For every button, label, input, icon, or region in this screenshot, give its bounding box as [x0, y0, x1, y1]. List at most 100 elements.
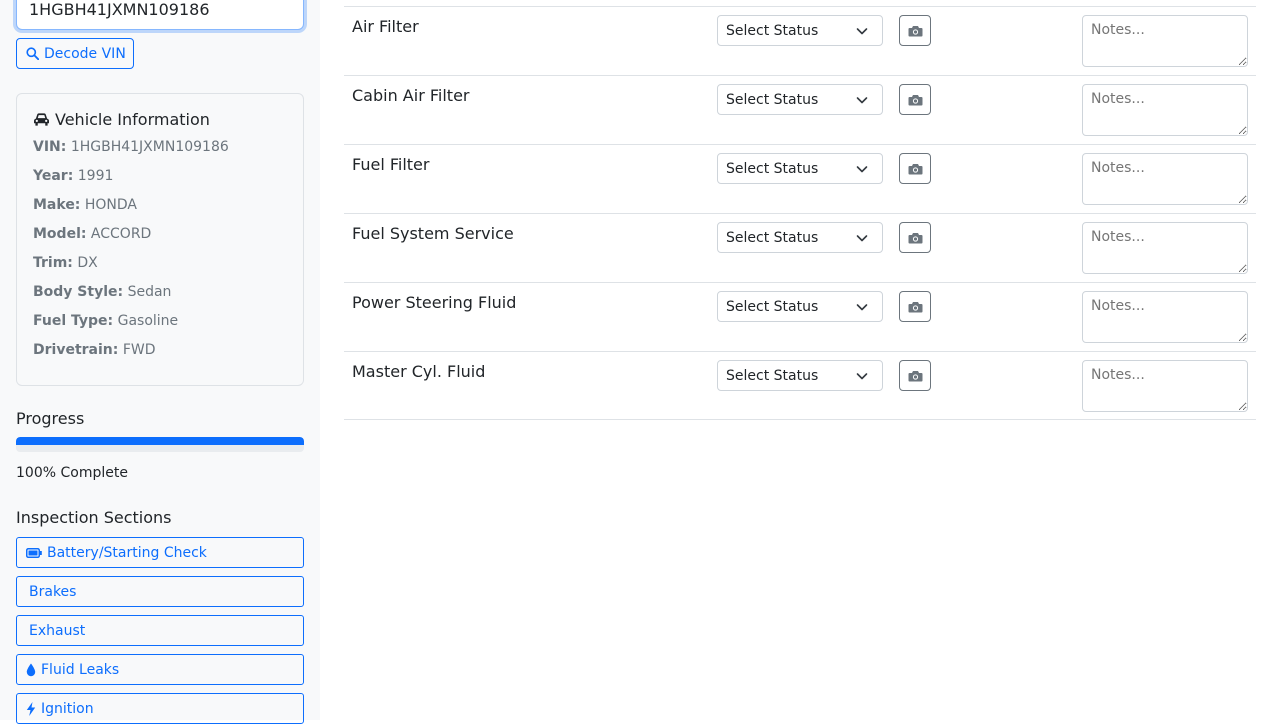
- status-select-value: Select Status: [726, 91, 819, 108]
- status-select[interactable]: Select Status: [717, 15, 883, 46]
- status-select-value: Select Status: [726, 22, 819, 39]
- field-value: DX: [77, 255, 98, 271]
- vin-input[interactable]: 1HGBH41JXMN109186: [16, 0, 304, 30]
- chevron-down-icon: [856, 28, 868, 35]
- section-button-fluid-leaks[interactable]: Fluid Leaks: [16, 654, 304, 685]
- camera-icon: [908, 301, 922, 312]
- camera-button[interactable]: [899, 360, 931, 391]
- field-value: FWD: [122, 342, 156, 358]
- decode-vin-label: Decode VIN: [44, 45, 126, 62]
- field-value: Sedan: [127, 284, 172, 300]
- table-row: Fuel System Service Select Status: [344, 213, 1256, 282]
- camera-icon: [908, 232, 922, 243]
- progress-text: 100% Complete: [16, 465, 128, 481]
- field-value: 1991: [77, 168, 114, 184]
- field-value: 1HGBH41JXMN109186: [70, 139, 229, 155]
- progress-label: Progress: [16, 409, 85, 428]
- notes-textarea[interactable]: [1082, 84, 1248, 136]
- chevron-down-icon: [856, 166, 868, 173]
- table-row: Master Cyl. Fluid Select Status: [344, 351, 1256, 420]
- chevron-down-icon: [856, 304, 868, 311]
- chevron-down-icon: [856, 235, 868, 242]
- vehicle-field-make: Make: HONDA: [33, 197, 137, 213]
- section-button-battery[interactable]: Battery/Starting Check: [16, 537, 304, 568]
- camera-button[interactable]: [899, 84, 931, 115]
- section-label: Battery/Starting Check: [47, 544, 207, 561]
- camera-button[interactable]: [899, 291, 931, 322]
- item-name: Air Filter: [352, 17, 419, 36]
- field-label: Fuel Type:: [33, 313, 114, 329]
- chevron-down-icon: [856, 97, 868, 104]
- camera-icon: [908, 25, 922, 36]
- field-label: Body Style:: [33, 284, 124, 300]
- field-value: ACCORD: [90, 226, 152, 242]
- status-select[interactable]: Select Status: [717, 291, 883, 322]
- vehicle-field-model: Model: ACCORD: [33, 226, 151, 242]
- notes-textarea[interactable]: [1082, 222, 1248, 274]
- notes-textarea[interactable]: [1082, 153, 1248, 205]
- field-label: Trim:: [33, 255, 73, 271]
- status-select-value: Select Status: [726, 367, 819, 384]
- table-row: Power Steering Fluid Select Status: [344, 282, 1256, 351]
- vehicle-info-title-text: Vehicle Information: [55, 110, 210, 129]
- item-name: Fuel Filter: [352, 155, 430, 174]
- table-row: Air Filter Select Status: [344, 6, 1256, 75]
- vehicle-info-card: Vehicle Information VIN: 1HGBH41JXMN1091…: [16, 93, 304, 386]
- item-name: Fuel System Service: [352, 224, 514, 243]
- vehicle-field-body-style: Body Style: Sedan: [33, 284, 171, 300]
- status-select-value: Select Status: [726, 229, 819, 246]
- camera-icon: [908, 94, 922, 105]
- field-label: Drivetrain:: [33, 342, 119, 358]
- status-select[interactable]: Select Status: [717, 153, 883, 184]
- chevron-down-icon: [856, 373, 868, 380]
- field-label: Make:: [33, 197, 81, 213]
- table-row: Cabin Air Filter Select Status: [344, 75, 1256, 144]
- camera-button[interactable]: [899, 153, 931, 184]
- section-button-brakes[interactable]: Brakes: [16, 576, 304, 607]
- vehicle-field-fuel-type: Fuel Type: Gasoline: [33, 313, 178, 329]
- vehicle-field-year: Year: 1991: [33, 168, 113, 184]
- section-label: Fluid Leaks: [41, 661, 120, 678]
- status-select-value: Select Status: [726, 298, 819, 315]
- decode-vin-button[interactable]: Decode VIN: [16, 38, 134, 69]
- notes-textarea[interactable]: [1082, 291, 1248, 343]
- camera-icon: [908, 163, 922, 174]
- camera-button[interactable]: [899, 222, 931, 253]
- inspection-items-table: Air Filter Select Status Cabin Air Filte…: [344, 6, 1256, 420]
- item-name: Power Steering Fluid: [352, 293, 517, 312]
- section-label: Exhaust: [29, 622, 86, 639]
- vehicle-field-drivetrain: Drivetrain: FWD: [33, 342, 156, 358]
- car-icon: [34, 113, 49, 126]
- battery-icon: [26, 547, 42, 558]
- item-name: Master Cyl. Fluid: [352, 362, 486, 381]
- table-row: Fuel Filter Select Status: [344, 144, 1256, 213]
- section-button-exhaust[interactable]: Exhaust: [16, 615, 304, 646]
- field-value: Gasoline: [117, 313, 179, 329]
- sidebar: 1HGBH41JXMN109186 Decode VIN Vehicle Inf…: [0, 0, 320, 724]
- notes-textarea[interactable]: [1082, 15, 1248, 67]
- section-label: Ignition: [41, 700, 94, 717]
- item-name: Cabin Air Filter: [352, 86, 470, 105]
- field-label: Model:: [33, 226, 87, 242]
- field-value: HONDA: [84, 197, 138, 213]
- status-select-value: Select Status: [726, 160, 819, 177]
- search-icon: [26, 47, 39, 60]
- progress-bar-fill: [16, 437, 304, 445]
- section-button-ignition[interactable]: Ignition: [16, 693, 304, 724]
- vehicle-info-title: Vehicle Information: [33, 110, 210, 129]
- progress-bar: [16, 437, 304, 452]
- vehicle-field-trim: Trim: DX: [33, 255, 98, 271]
- field-label: VIN:: [33, 139, 67, 155]
- camera-icon: [908, 370, 922, 381]
- inspection-sections-label: Inspection Sections: [16, 508, 172, 527]
- vehicle-field-vin: VIN: 1HGBH41JXMN109186: [33, 139, 229, 155]
- camera-button[interactable]: [899, 15, 931, 46]
- notes-textarea[interactable]: [1082, 360, 1248, 412]
- status-select[interactable]: Select Status: [717, 222, 883, 253]
- bolt-icon: [26, 701, 36, 716]
- status-select[interactable]: Select Status: [717, 84, 883, 115]
- section-label: Brakes: [29, 583, 77, 600]
- field-label: Year:: [33, 168, 74, 184]
- status-select[interactable]: Select Status: [717, 360, 883, 391]
- droplet-icon: [26, 663, 36, 676]
